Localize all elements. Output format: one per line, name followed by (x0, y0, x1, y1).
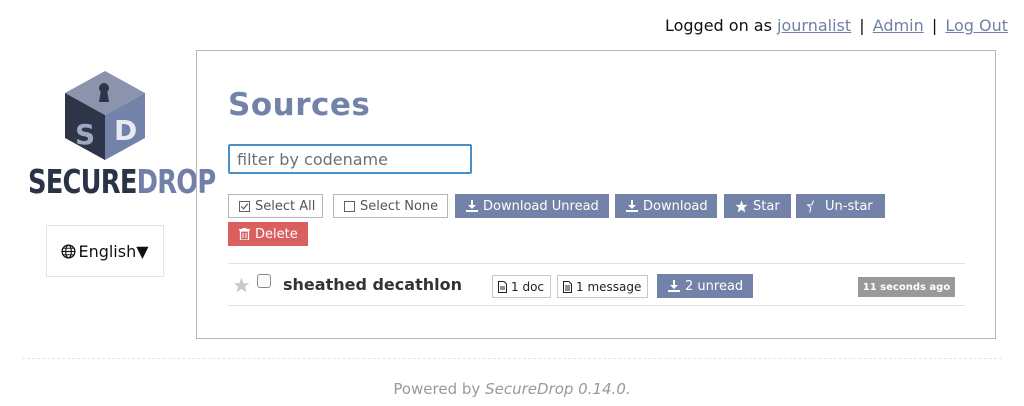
file-text-icon (563, 280, 572, 293)
select-none-label: Select None (360, 198, 439, 214)
username-link[interactable]: journalist (777, 16, 851, 35)
page-title: Sources (228, 87, 371, 123)
powered-by-label: Powered by (393, 380, 481, 398)
product-version: SecureDrop 0.14.0. (485, 380, 631, 398)
language-label: English▼ (78, 241, 149, 261)
securedrop-logo[interactable]: S D SECUREDROP (28, 68, 216, 201)
source-checkbox[interactable] (257, 274, 271, 288)
star-button[interactable]: Star (724, 194, 791, 218)
source-codename-link[interactable]: sheathed decathlon (283, 275, 462, 294)
svg-text:S: S (75, 118, 95, 151)
trash-icon (239, 228, 250, 240)
checkbox-empty-icon (344, 200, 355, 212)
unstar-button[interactable]: Un-star (796, 194, 885, 218)
user-bar: Logged on as journalist | Admin | Log Ou… (665, 16, 1008, 35)
language-selector[interactable]: English▼ (46, 225, 164, 277)
file-icon (498, 280, 507, 293)
star-icon (735, 200, 748, 213)
select-all-label: Select All (255, 198, 316, 214)
download-unread-source-button[interactable]: 2 unread (657, 274, 754, 298)
unstar-label: Un-star (825, 198, 873, 214)
delete-button[interactable]: Delete (228, 222, 308, 246)
download-label: Download (643, 198, 708, 214)
unread-count: 2 unread (685, 278, 744, 294)
logo-wordmark: SECUREDROP (28, 162, 216, 201)
row-divider (228, 305, 965, 306)
message-count-badge: 1 message (557, 275, 649, 298)
svg-text:D: D (114, 114, 137, 147)
globe-icon (61, 243, 76, 259)
download-icon (668, 280, 680, 292)
row-divider (228, 263, 965, 264)
doc-count-badge: 1 doc (492, 275, 552, 298)
download-icon (466, 200, 478, 212)
logout-link[interactable]: Log Out (945, 16, 1008, 35)
filter-input[interactable] (228, 144, 472, 174)
last-updated-badge: 11 seconds ago (858, 277, 955, 297)
doc-count: 1 doc (511, 279, 545, 294)
footer-divider (22, 358, 1002, 359)
select-none-button[interactable]: Select None (333, 194, 448, 218)
download-button[interactable]: Download (615, 194, 717, 218)
star-toggle-icon[interactable] (233, 277, 250, 297)
securedrop-cube-logo-icon: S D (65, 71, 145, 160)
download-icon (626, 200, 638, 212)
star-label: Star (753, 198, 780, 214)
checkbox-checked-icon (239, 200, 250, 212)
download-unread-button[interactable]: Download Unread (455, 194, 609, 218)
sources-panel: Sources Select All Select None Download … (196, 50, 996, 339)
download-unread-label: Download Unread (483, 198, 599, 214)
footer: Powered by SecureDrop 0.14.0. (0, 380, 1024, 398)
separator: | (859, 16, 865, 35)
delete-label: Delete (255, 226, 298, 242)
separator: | (931, 16, 938, 35)
select-all-button[interactable]: Select All (228, 194, 323, 218)
admin-link[interactable]: Admin (873, 16, 924, 35)
logged-on-label: Logged on as (664, 16, 772, 35)
star-half-outline-icon (807, 199, 820, 213)
message-count: 1 message (576, 279, 642, 294)
